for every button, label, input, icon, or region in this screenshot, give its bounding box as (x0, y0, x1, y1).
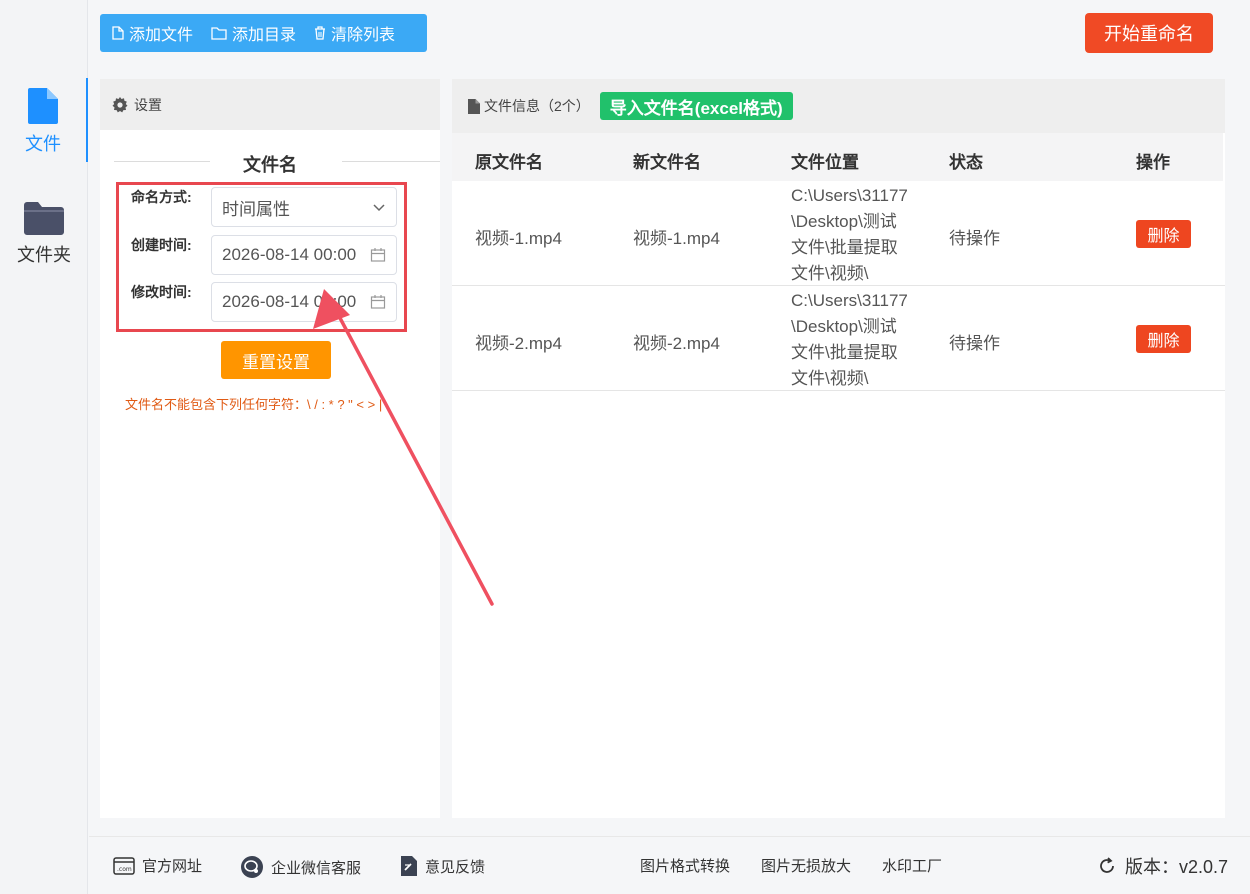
naming-mode-label: 命名方式: (131, 189, 192, 205)
calendar-icon (370, 247, 386, 263)
settings-panel: 设置 文件名 命名方式: 时间属性 创建时间: 2026-08-14 00:00… (100, 79, 440, 818)
column-header-status: 状态 (949, 153, 983, 172)
naming-mode-row: 命名方式: 时间属性 (131, 187, 397, 227)
column-header-location: 文件位置 (791, 153, 859, 172)
original-filename: 视频-2.mp4 (475, 334, 562, 353)
refresh-icon (1100, 857, 1114, 873)
table-row: 视频-1.mp4 视频-1.mp4 C:\Users\31177\Desktop… (452, 181, 1225, 286)
nav-folder-label: 文件夹 (17, 245, 71, 265)
svg-text:.com: .com (117, 866, 132, 873)
nav-file-label: 文件 (25, 134, 61, 154)
file-icon (468, 98, 480, 114)
filename-warning: 文件名不能包含下列任何字符：\ / : * ? " < > | (125, 397, 383, 412)
folder-outline-icon (211, 26, 227, 40)
modify-time-input[interactable]: 2026-08-14 00:00 (211, 282, 397, 322)
table-header: 原文件名 新文件名 文件位置 状态 操作 (452, 133, 1223, 181)
version-label: 版本：v2.0.7 (1125, 857, 1229, 877)
create-time-input[interactable]: 2026-08-14 00:00 (211, 235, 397, 275)
reset-settings-button[interactable]: 重置设置 (221, 341, 331, 379)
official-site-link[interactable]: .com 官方网址 (113, 855, 202, 876)
add-dir-label: 添加目录 (232, 27, 297, 44)
left-nav: 文件 文件夹 (0, 0, 88, 894)
column-header-new: 新文件名 (633, 153, 701, 172)
table-row: 视频-2.mp4 视频-2.mp4 C:\Users\31177\Desktop… (452, 286, 1225, 391)
column-header-action: 操作 (1136, 153, 1170, 172)
calendar-icon (370, 294, 386, 310)
new-filename: 视频-2.mp4 (633, 334, 720, 353)
naming-mode-select[interactable]: 时间属性 (211, 187, 397, 227)
wechat-support-link[interactable]: 企业微信客服 (240, 855, 361, 879)
clear-list-button[interactable]: 清除列表 (314, 21, 395, 45)
modify-time-row: 修改时间: 2026-08-14 00:00 (131, 282, 397, 322)
create-time-row: 创建时间: 2026-08-14 00:00 (131, 235, 397, 275)
image-lossless-enlarge-link[interactable]: 图片无损放大 (761, 855, 851, 876)
start-rename-button[interactable]: 开始重命名 (1085, 13, 1213, 53)
create-time-label: 创建时间: (131, 237, 192, 253)
feedback-icon (401, 856, 417, 876)
nav-file[interactable]: 文件 (0, 78, 88, 162)
file-status: 待操作 (949, 229, 1000, 248)
new-filename: 视频-1.mp4 (633, 229, 720, 248)
chevron-down-icon (372, 199, 386, 215)
wechat-icon (241, 856, 263, 878)
add-file-button[interactable]: 添加文件 (112, 21, 193, 45)
file-icon (28, 88, 58, 124)
create-time-value: 2026-08-14 00:00 (222, 245, 357, 264)
original-filename: 视频-1.mp4 (475, 229, 562, 248)
naming-mode-value: 时间属性 (222, 199, 290, 219)
section-title: 文件名 (243, 155, 297, 175)
official-site-label: 官方网址 (142, 858, 203, 875)
file-outline-icon (112, 26, 124, 40)
file-location: C:\Users\31177\Desktop\测试文件\批量提取文件\视频\ (791, 186, 908, 283)
clear-list-label: 清除列表 (331, 27, 396, 44)
add-dir-button[interactable]: 添加目录 (211, 21, 296, 45)
file-info-header: 文件信息（2个） 导入文件名(excel格式) (452, 79, 1225, 133)
image-format-convert-link[interactable]: 图片格式转换 (640, 855, 730, 876)
website-icon: .com (113, 856, 135, 875)
footer: .com 官方网址 企业微信客服 意见反馈 图片格式转换 图片无损放大 水印工厂… (89, 836, 1250, 894)
gear-icon (112, 96, 128, 112)
version-info[interactable]: 版本：v2.0.7 (1097, 853, 1228, 879)
feedback-label: 意见反馈 (425, 858, 486, 876)
file-location: C:\Users\31177\Desktop\测试文件\批量提取文件\视频\ (791, 291, 908, 388)
delete-button[interactable]: 删除 (1136, 325, 1191, 353)
wechat-support-label: 企业微信客服 (271, 859, 362, 877)
trash-icon (315, 26, 326, 40)
delete-button[interactable]: 删除 (1136, 220, 1191, 248)
feedback-link[interactable]: 意见反馈 (400, 855, 485, 877)
modify-time-value: 2026-08-14 00:00 (222, 292, 357, 311)
column-header-original: 原文件名 (475, 153, 543, 172)
add-file-label: 添加文件 (129, 27, 194, 44)
file-info-panel: 文件信息（2个） 导入文件名(excel格式) 原文件名 新文件名 文件位置 状… (452, 79, 1225, 818)
settings-header: 设置 (100, 79, 440, 130)
file-status: 待操作 (949, 334, 1000, 353)
folder-icon (24, 202, 64, 235)
nav-folder[interactable]: 文件夹 (0, 195, 88, 275)
settings-title: 设置 (134, 96, 162, 113)
watermark-factory-link[interactable]: 水印工厂 (882, 855, 942, 876)
import-excel-button[interactable]: 导入文件名(excel格式) (599, 92, 793, 120)
modify-time-label: 修改时间: (131, 284, 192, 300)
file-info-title: 文件信息（2个） (484, 98, 590, 114)
toolbar: 添加文件 添加目录 清除列表 (100, 14, 427, 52)
